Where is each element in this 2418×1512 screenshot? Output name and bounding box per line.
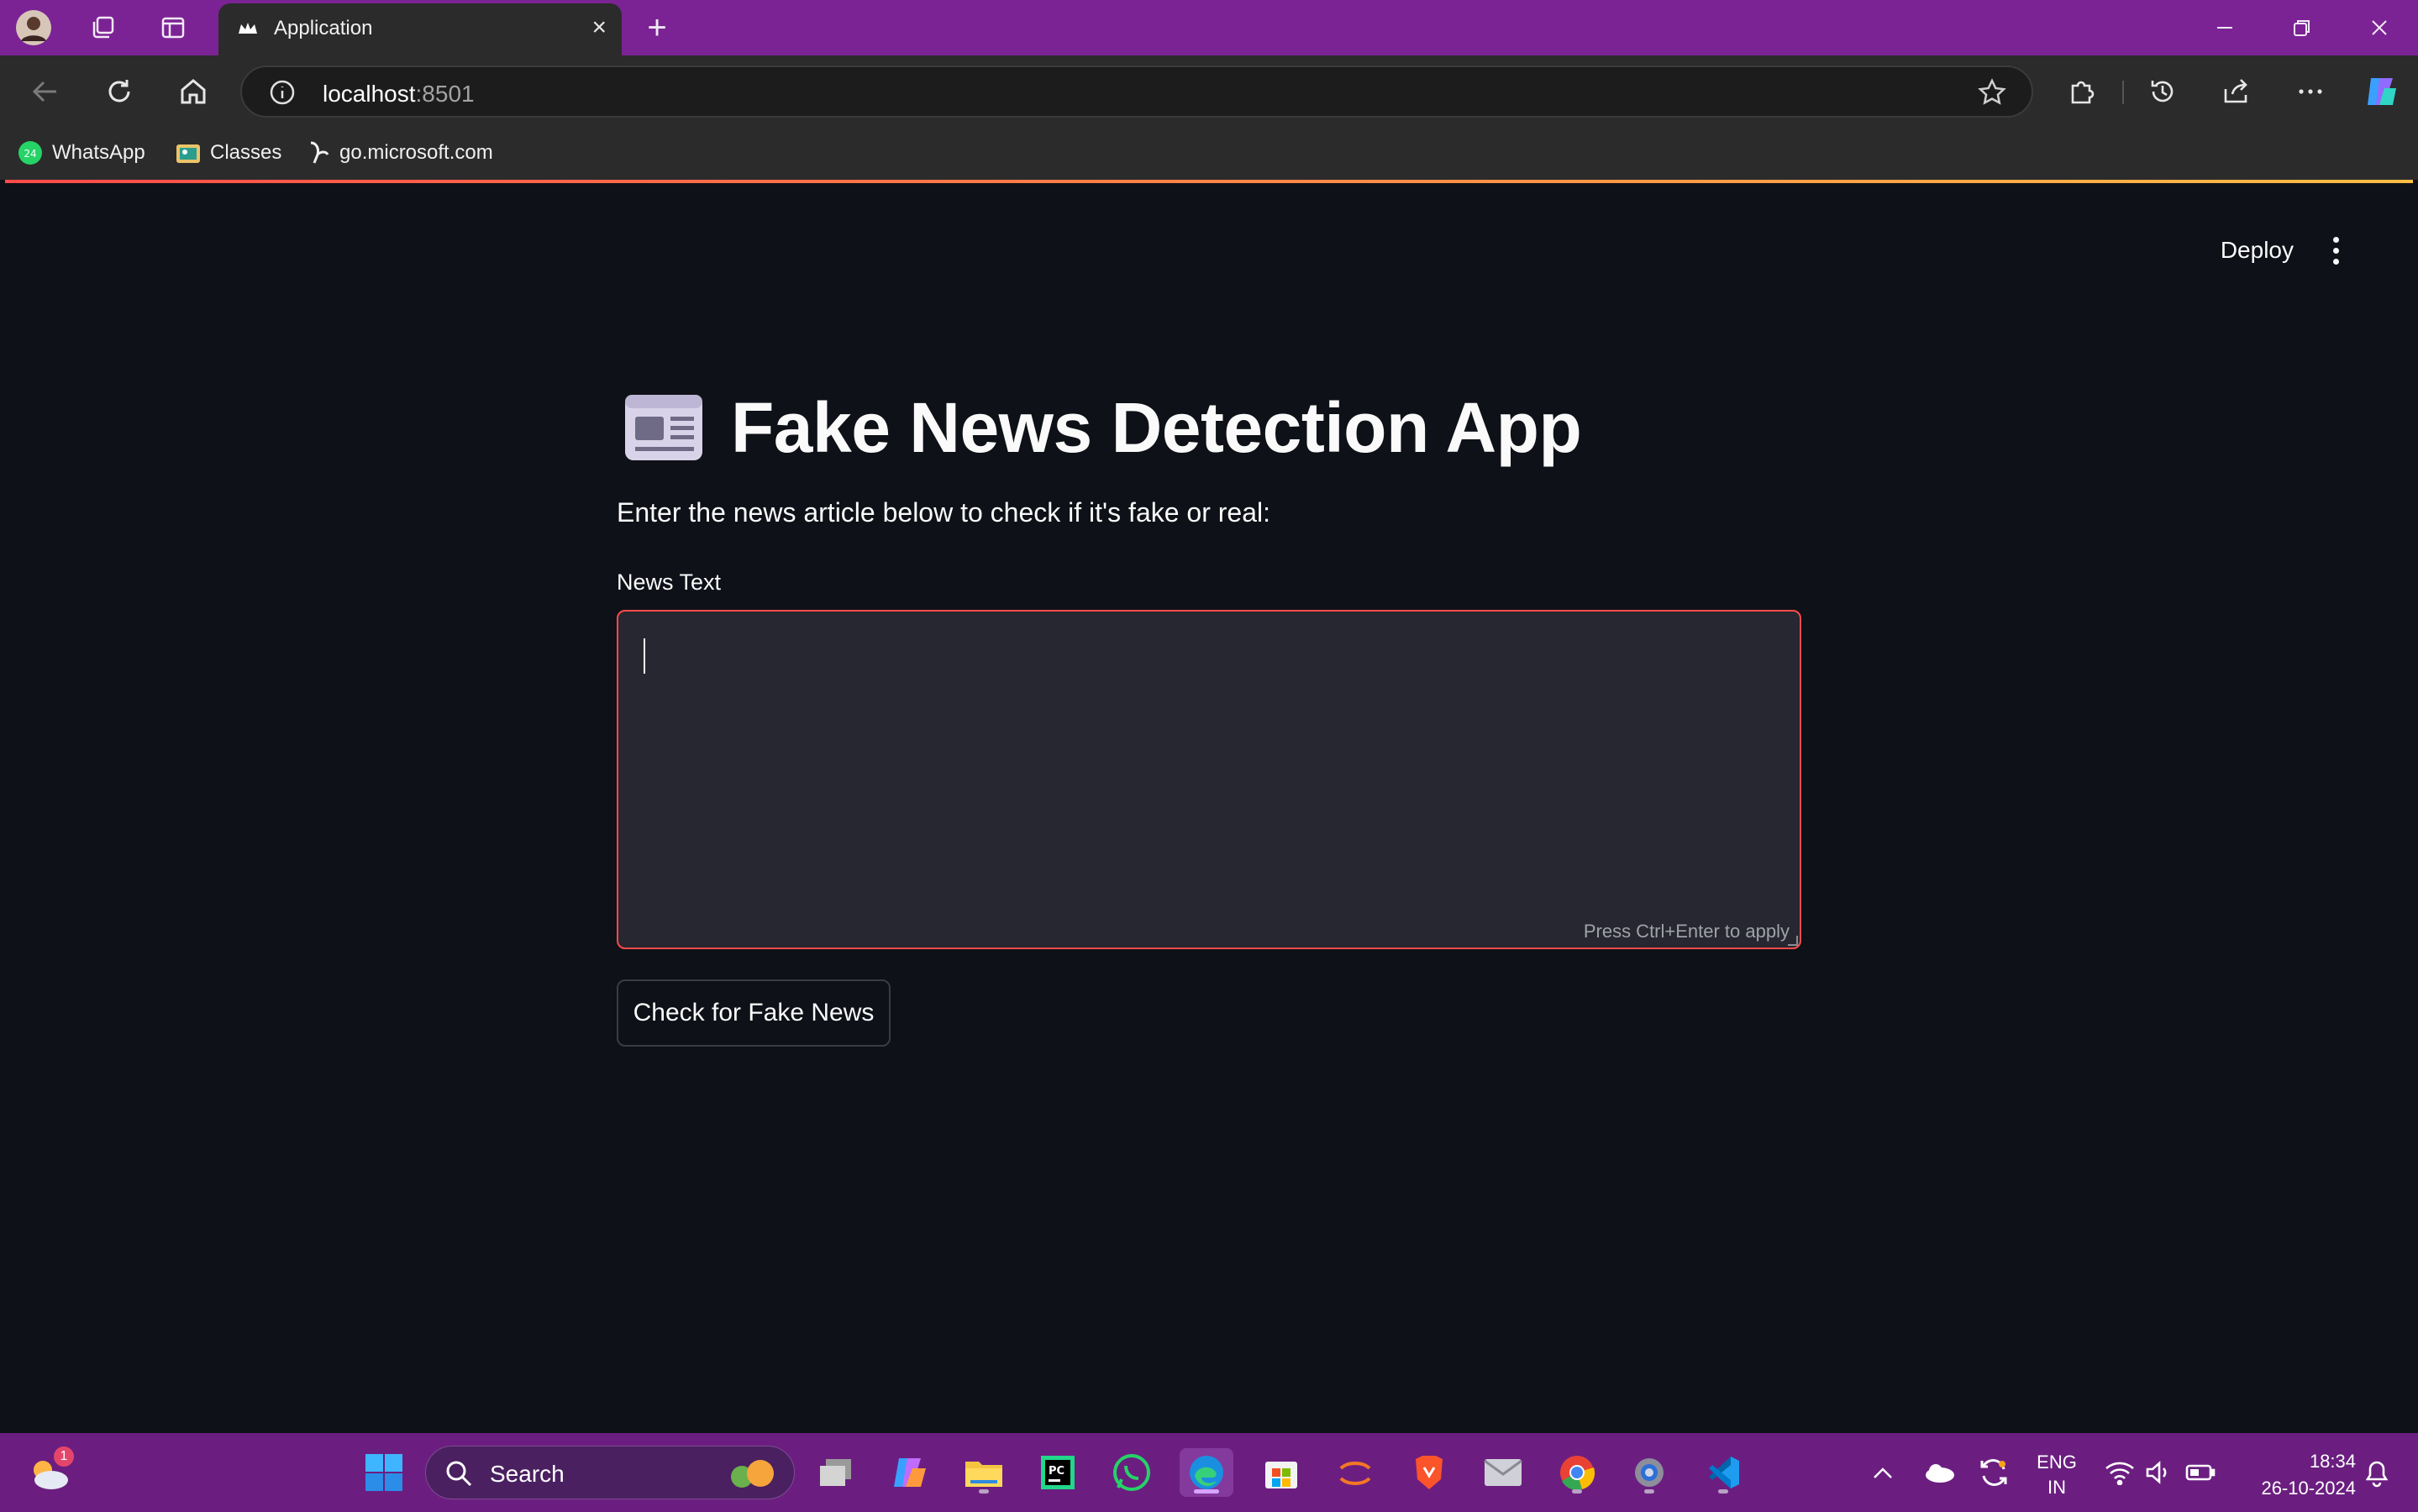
show-hidden-icons-chevron-icon[interactable]: [1858, 1448, 1907, 1497]
battery-icon[interactable]: [2176, 1448, 2225, 1497]
weather-widget[interactable]: 1: [25, 1446, 74, 1497]
clock[interactable]: 18:34 26-10-2024: [2238, 1448, 2356, 1502]
whatsapp-icon: 24: [18, 141, 42, 165]
active-indicator: [1194, 1489, 1219, 1494]
language-code: ENG: [2037, 1452, 2077, 1473]
extensions-icon[interactable]: [2062, 71, 2102, 112]
link-icon: [310, 141, 329, 164]
pycharm-icon[interactable]: PC: [1033, 1448, 1082, 1497]
running-indicator: [1644, 1489, 1654, 1494]
region-code: IN: [2047, 1477, 2066, 1498]
resize-handle-icon[interactable]: [1788, 936, 1798, 946]
back-icon[interactable]: [25, 71, 66, 112]
refresh-icon[interactable]: [99, 71, 139, 112]
active-tab[interactable]: Application ×: [218, 3, 622, 55]
workspaces-icon[interactable]: [84, 9, 121, 46]
windows-logo-icon: [365, 1454, 402, 1491]
language-indicator[interactable]: ENG IN: [2035, 1450, 2079, 1500]
clock-time: 18:34: [2309, 1451, 2356, 1472]
file-explorer-icon[interactable]: [959, 1448, 1008, 1497]
favorite-star-icon[interactable]: [1978, 78, 2006, 107]
svg-text:PC: PC: [1049, 1465, 1064, 1478]
bookmark-label: Classes: [210, 141, 282, 164]
bookmark-whatsapp[interactable]: 24 WhatsApp: [17, 138, 145, 168]
bookmark-go-microsoft[interactable]: go.microsoft.com: [306, 138, 493, 168]
history-icon[interactable]: [2142, 71, 2183, 112]
page-title: Fake News Detection App: [731, 387, 1582, 467]
bookmark-classes[interactable]: Classes: [175, 138, 281, 168]
microsoft-store-icon[interactable]: [1257, 1448, 1306, 1497]
news-text-input[interactable]: [618, 612, 1800, 948]
app-page: Deploy Fake News Detection App Enter the…: [5, 180, 2413, 1425]
input-hint: Press Ctrl+Enter to apply: [1583, 921, 1790, 942]
news-text-container: Press Ctrl+Enter to apply: [617, 610, 1801, 949]
bookmarks-bar: 24 WhatsApp Classes go.microsoft.com: [0, 128, 2418, 180]
browser-tab-strip: Application × +: [0, 0, 2418, 55]
browser-toolbar: localhost:8501: [0, 55, 2418, 128]
main-menu-icon[interactable]: [2319, 230, 2352, 270]
text-cursor: [644, 638, 645, 674]
more-menu-icon[interactable]: [2290, 71, 2331, 112]
onedrive-cloud-icon[interactable]: [1916, 1448, 1964, 1497]
deploy-button[interactable]: Deploy: [2210, 230, 2304, 270]
copilot-icon[interactable]: [2361, 71, 2401, 112]
title-row: Fake News Detection App: [622, 381, 1582, 474]
running-indicator: [1718, 1489, 1728, 1494]
running-indicator: [1572, 1489, 1582, 1494]
address-bar[interactable]: localhost:8501: [240, 66, 2033, 118]
vscode-icon[interactable]: [1699, 1448, 1748, 1497]
brave-icon[interactable]: [1405, 1448, 1453, 1497]
notifications-bell-icon[interactable]: [2352, 1448, 2401, 1497]
home-icon[interactable]: [173, 71, 213, 112]
toolbar-divider: [2122, 81, 2124, 104]
url-text[interactable]: localhost:8501: [323, 81, 475, 108]
minimize-button[interactable]: [2200, 7, 2250, 49]
search-highlight-icon: [731, 1460, 774, 1488]
whatsapp-app-icon[interactable]: [1107, 1448, 1156, 1497]
site-info-icon[interactable]: [269, 79, 296, 106]
taskbar-search[interactable]: Search: [425, 1446, 795, 1499]
running-indicator: [979, 1489, 989, 1494]
search-label: Search: [490, 1461, 565, 1487]
edge-app-icon[interactable]: [1180, 1448, 1233, 1497]
search-icon: [446, 1461, 472, 1487]
folder-icon: [176, 144, 200, 163]
jupyter-icon[interactable]: [1331, 1448, 1380, 1497]
close-window-button[interactable]: [2354, 7, 2405, 49]
instructions-text: Enter the news article below to check if…: [617, 497, 1271, 528]
bookmark-label: WhatsApp: [52, 141, 145, 164]
mail-icon[interactable]: [1479, 1448, 1527, 1497]
restore-button[interactable]: [2277, 7, 2327, 49]
close-tab-icon[interactable]: ×: [591, 15, 607, 40]
notification-badge: 1: [54, 1446, 74, 1467]
copilot-app-icon[interactable]: [886, 1448, 934, 1497]
chrome-icon[interactable]: [1553, 1448, 1601, 1497]
new-tab-button[interactable]: +: [639, 9, 675, 46]
tab-title: Application: [274, 17, 373, 39]
sync-icon[interactable]: [1969, 1448, 2018, 1497]
check-fake-news-button[interactable]: Check for Fake News: [617, 979, 891, 1047]
clock-date: 26-10-2024: [2261, 1478, 2356, 1499]
windows-taskbar: 1 Search PC ENG IN 18:34 26-10-2024: [0, 1433, 2418, 1512]
settings-icon[interactable]: [1625, 1448, 1674, 1497]
newspaper-icon: [625, 395, 702, 460]
streamlit-crown-icon: [239, 23, 257, 34]
task-view-icon[interactable]: [812, 1448, 860, 1497]
share-icon[interactable]: [2216, 71, 2257, 112]
start-button[interactable]: [360, 1448, 408, 1497]
tab-actions-icon[interactable]: [155, 9, 192, 46]
bookmark-label: go.microsoft.com: [339, 141, 493, 164]
news-text-label: News Text: [617, 570, 722, 595]
svg-text:24: 24: [24, 148, 36, 160]
profile-avatar[interactable]: [15, 9, 52, 46]
